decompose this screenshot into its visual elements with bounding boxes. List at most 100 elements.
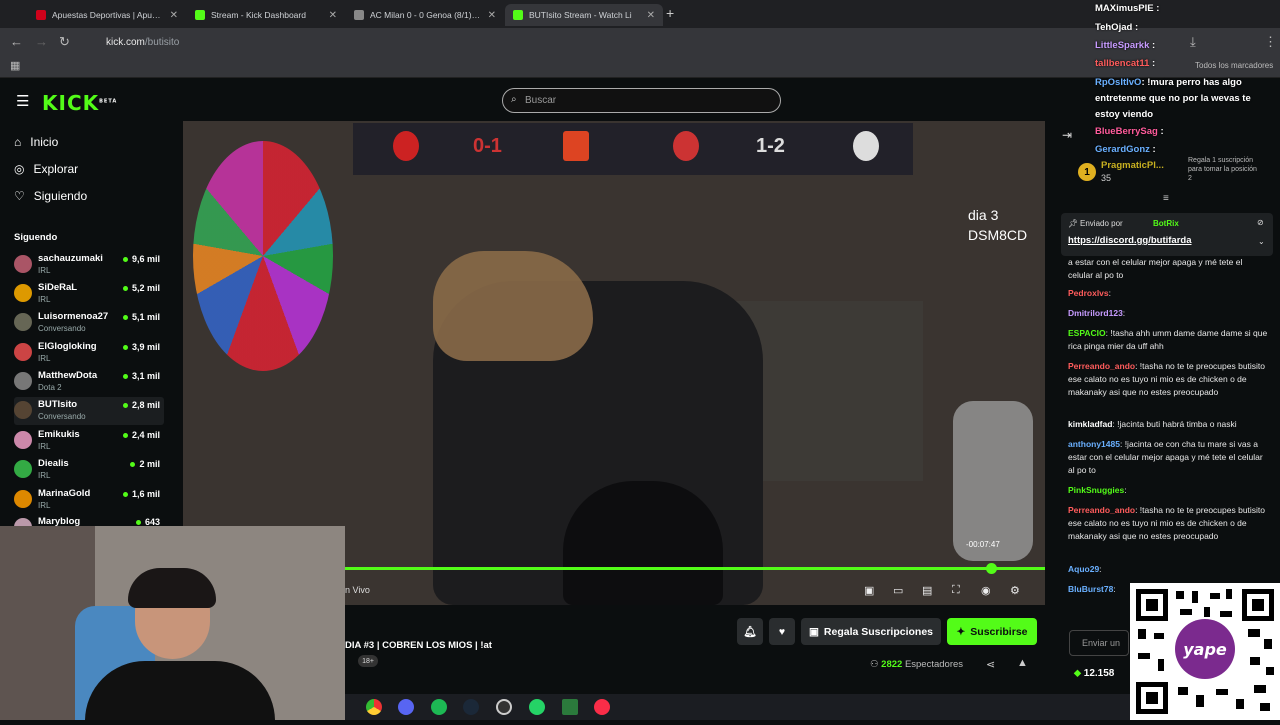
channel-points[interactable]: ⬥ 12.158	[1074, 668, 1114, 679]
channel-viewers: 2 mil	[130, 459, 160, 469]
spotify-icon[interactable]	[431, 699, 447, 715]
chat-username[interactable]: Aquo29	[1068, 564, 1099, 574]
heart-icon: ♥	[778, 625, 786, 638]
chat-message: Dmitrilord123:	[1068, 307, 1268, 320]
close-tab-icon[interactable]: ✕	[329, 10, 337, 21]
sidebar-channel[interactable]: SiDeRaL IRL 5,2 mil	[14, 280, 164, 308]
pinned-by-label: Enviado por	[1080, 219, 1123, 228]
score-right: 1-2	[756, 135, 785, 157]
browser-tab[interactable]: AC Milan 0 - 0 Genoa (8/1): Re ✕	[346, 4, 504, 26]
notification-bell-button[interactable]: 🔔︎	[737, 618, 763, 645]
close-tab-icon[interactable]: ✕	[488, 10, 496, 21]
webcam-hair	[128, 568, 216, 608]
chevron-down-icon[interactable]: ⌄	[1258, 237, 1265, 246]
chat-text: :	[1122, 308, 1126, 318]
overlay-text: :	[1152, 58, 1156, 69]
following-section-title: Siguendo	[14, 232, 58, 243]
clip-icon[interactable]: ▤	[922, 584, 932, 597]
chat-username[interactable]: BluBurst78	[1068, 584, 1113, 594]
video-progress-bar[interactable]	[345, 567, 1045, 570]
chat-username[interactable]: anthony1485	[1068, 439, 1120, 449]
report-warning-icon[interactable]: ▲	[1017, 657, 1028, 669]
nav-explorar[interactable]: ◎ Explorar	[14, 162, 78, 176]
channel-name: Diealis	[38, 458, 69, 469]
fullscreen-icon[interactable]: ⛶	[952, 584, 960, 597]
overlay-chat-line: LittleSparkk :	[1095, 40, 1155, 51]
apps-grid-icon[interactable]: ▦	[10, 59, 20, 72]
nav-label: Inicio	[30, 135, 59, 149]
music-icon[interactable]	[594, 699, 610, 715]
settings-gear-icon[interactable]: ⚙	[1010, 584, 1020, 597]
chat-text: a estar con el celular mejor apaga y mé …	[1068, 257, 1243, 280]
steam-icon[interactable]	[463, 699, 479, 715]
overlay-username: GerardGonz	[1095, 144, 1150, 155]
video-scene-prize-wheel	[193, 141, 333, 371]
browser-tab[interactable]: Stream - Kick Dashboard ✕	[187, 4, 345, 26]
chat-username[interactable]: Perreando_ando	[1068, 505, 1135, 515]
theater-mode-icon[interactable]: ▭	[893, 584, 903, 597]
sidebar-channel[interactable]: Diealis IRL 2 mil	[14, 456, 164, 484]
gift-subscriptions-button[interactable]: ▣ Regala Suscripciones	[801, 618, 941, 645]
channel-name: Emikukis	[38, 429, 80, 440]
team-crest-icon	[393, 131, 419, 161]
close-tab-icon[interactable]: ✕	[170, 10, 178, 21]
url-bar[interactable]: kick.com/butisito	[86, 31, 606, 53]
overlay-chat-line: tallbencat11 :	[1095, 58, 1155, 69]
discord-icon[interactable]	[398, 699, 414, 715]
subscribe-label: Suscribirse	[970, 625, 1028, 638]
chat-message: PinkSnuggies:	[1068, 484, 1268, 497]
chat-input[interactable]: Enviar un	[1069, 630, 1129, 656]
collapse-chat-icon[interactable]: ⇥	[1062, 128, 1072, 142]
browser-tab-active[interactable]: BUTIsito Stream - Watch Li ✕	[505, 4, 663, 26]
hamburger-menu-icon[interactable]: ☰	[16, 92, 29, 110]
kick-logo[interactable]: KICKBETA	[42, 91, 117, 115]
search-input[interactable]: ⌕ Buscar	[502, 88, 781, 113]
chat-username[interactable]: Pedroxlvs	[1068, 288, 1109, 298]
sidebar-channel[interactable]: Luisormenoa27 Conversando 5,1 mil	[14, 309, 164, 337]
sidebar-channel[interactable]: ElGlogloking IRL 3,9 mil	[14, 339, 164, 367]
sidebar-channel[interactable]: MarinaGold IRL 1,6 mil	[14, 486, 164, 514]
pip-icon[interactable]: ▣	[864, 584, 874, 597]
chat-username[interactable]: Dmitrilord123	[1068, 308, 1123, 318]
sidebar-channel-active[interactable]: BUTIsito Conversando 2,8 mil	[14, 397, 164, 425]
video-progress-handle[interactable]	[986, 563, 997, 574]
hide-eye-icon[interactable]: ⊘	[1257, 218, 1264, 227]
subscribe-button[interactable]: ✦ Suscribirse	[947, 618, 1037, 645]
sidebar-channel[interactable]: Emikukis IRL 2,4 mil	[14, 427, 164, 455]
tab-title: AC Milan 0 - 0 Genoa (8/1): Re	[370, 10, 482, 20]
new-tab-icon[interactable]: +	[666, 5, 674, 21]
address-bar-row: ← → ↻ kick.com/butisito ⤓ ⋮	[0, 28, 1280, 56]
chrome-icon[interactable]	[366, 699, 382, 715]
sidebar-channel[interactable]: sachauzumaki IRL 9,6 mil	[14, 251, 164, 279]
follow-heart-button[interactable]: ♥	[769, 618, 795, 645]
reload-icon[interactable]: ↻	[59, 34, 70, 50]
team-crest-icon	[853, 131, 879, 161]
chat-message: Perreando_ando: !tasha no te te preocupe…	[1068, 504, 1268, 543]
chat-username[interactable]: ESPACIO	[1068, 328, 1106, 338]
overlay-chat-line: BlueBerrySag :	[1095, 126, 1164, 137]
viewer-number: 2822	[881, 659, 903, 670]
back-icon[interactable]: ←	[10, 34, 23, 49]
overlay-text: :	[1160, 126, 1164, 137]
avatar	[14, 255, 32, 273]
share-icon[interactable]: ⋖	[986, 658, 995, 671]
forward-icon[interactable]: →	[35, 34, 48, 49]
chat-message: Aquo29:	[1068, 563, 1268, 576]
calculator-icon[interactable]	[562, 699, 578, 715]
channel-name: sachauzumaki	[38, 253, 103, 264]
whatsapp-icon[interactable]	[529, 699, 545, 715]
overlay-text: : !mura perro has algo	[1141, 77, 1242, 88]
nav-siguiendo[interactable]: ♡ Siguiendo	[14, 189, 87, 203]
chat-username[interactable]: Perreando_ando	[1068, 361, 1135, 371]
close-tab-icon[interactable]: ✕	[647, 10, 655, 21]
url-host: kick.com	[106, 36, 145, 48]
nav-inicio[interactable]: ⌂ Inicio	[14, 135, 58, 149]
sidebar-channel[interactable]: MatthewDota Dota 2 3,1 mil	[14, 368, 164, 396]
chat-username[interactable]: PinkSnuggies	[1068, 485, 1124, 495]
pinned-link[interactable]: https://discord.gg/butifarda	[1068, 235, 1192, 246]
obs-icon[interactable]	[496, 699, 512, 715]
browser-tab[interactable]: Apuestas Deportivas | Apuesta ✕	[28, 4, 186, 26]
chat-expand-icon[interactable]: ≡	[1163, 193, 1169, 204]
chat-username[interactable]: kimkladfad	[1068, 419, 1112, 429]
quality-icon[interactable]: ◉	[981, 584, 991, 597]
